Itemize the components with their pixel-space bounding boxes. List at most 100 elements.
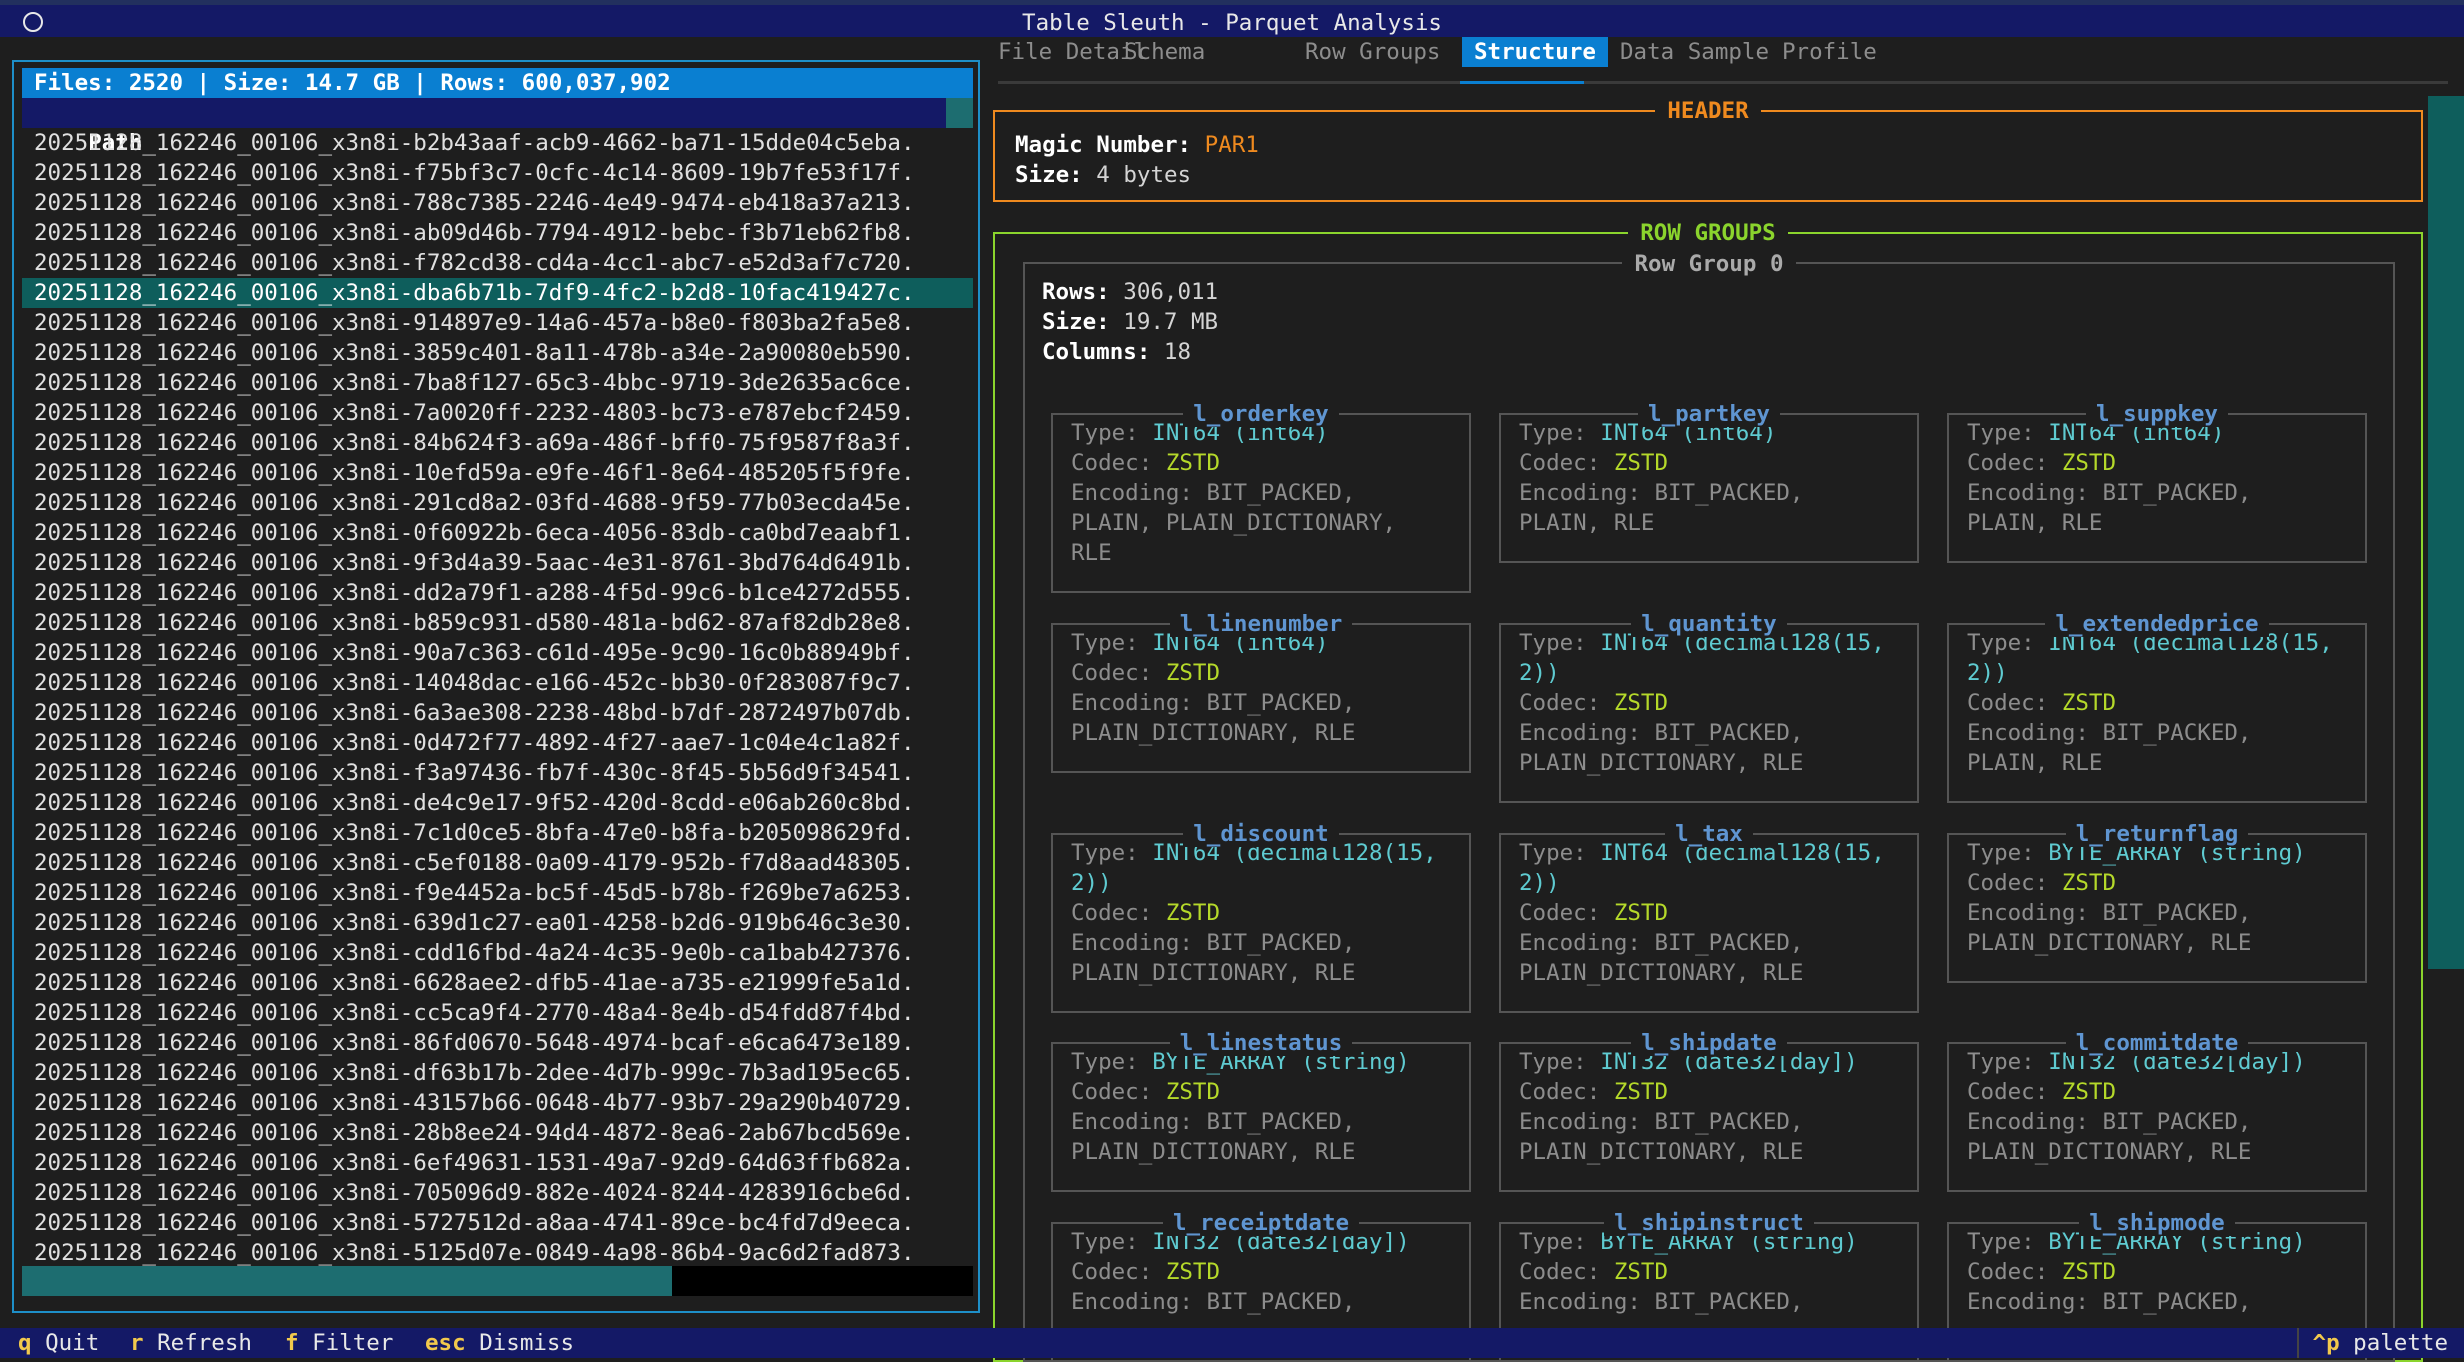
shortcut-quit[interactable]: q Quit — [18, 1328, 99, 1358]
column-name: l_commitdate — [1949, 1028, 2365, 1058]
file-row[interactable]: 20251128_162246_00106_x3n8i-de4c9e17-9f5… — [22, 788, 973, 818]
file-row[interactable]: 20251128_162246_00106_x3n8i-7ba8f127-65c… — [22, 368, 973, 398]
tab-profile[interactable]: Profile — [1770, 37, 1889, 67]
file-row[interactable]: 20251128_162246_00106_x3n8i-0f60922b-6ec… — [22, 518, 973, 548]
file-row[interactable]: 20251128_162246_00106_x3n8i-7a0020ff-223… — [22, 398, 973, 428]
column-card: l_extendedprice Type: INT64 (decimal128(1… — [1947, 611, 2367, 803]
file-row[interactable]: 20251128_162246_00106_x3n8i-df63b17b-2de… — [22, 1058, 973, 1088]
codec-value: ZSTD — [2061, 1259, 2117, 1285]
file-row[interactable]: 20251128_162246_00106_x3n8i-5727512d-a8a… — [22, 1208, 973, 1238]
columns-value: 18 — [1163, 339, 1192, 365]
column-name: l_shipmode — [1949, 1208, 2365, 1238]
tab-row-groups[interactable]: Row Groups — [1293, 37, 1452, 67]
file-row[interactable]: 20251128_162246_00106_x3n8i-86fd0670-564… — [22, 1028, 973, 1058]
shortcut-label: Refresh — [157, 1330, 252, 1356]
file-row[interactable]: 20251128_162246_00106_x3n8i-9f3d4a39-5aa… — [22, 548, 973, 578]
tab-underline — [998, 81, 2448, 84]
column-encoding-line: Encoding: BIT_PACKED, PLAIN, RLE — [1967, 718, 2347, 778]
file-row[interactable]: 20251128_162246_00106_x3n8i-f75bf3c7-0cf… — [22, 158, 973, 188]
column-card: l_suppkey Type: INT64 (int64) Codec: ZSTD E… — [1947, 401, 2367, 563]
file-row[interactable]: 20251128_162246_00106_x3n8i-3859c401-8a1… — [22, 338, 973, 368]
file-row[interactable]: 20251128_162246_00106_x3n8i-f782cd38-cd4… — [22, 248, 973, 278]
file-row[interactable]: 20251128_162246_00106_x3n8i-b2b43aaf-acb… — [22, 128, 973, 158]
column-name: l_tax — [1501, 819, 1917, 849]
file-list: 20251128_162246_00106_x3n8i-b2b43aaf-acb… — [22, 128, 973, 1268]
horizontal-scrollbar-thumb[interactable] — [22, 1266, 672, 1296]
column-name-label: l_orderkey — [1183, 401, 1339, 427]
column-name: l_orderkey — [1053, 399, 1469, 429]
shortcut-refresh[interactable]: r Refresh — [130, 1328, 252, 1358]
column-encoding-line: Encoding: BIT_PACKED, PLAIN_DICTIONARY, … — [1519, 718, 1899, 778]
column-card: l_shipdate Type: INT32 (date32[day]) Codec… — [1499, 1030, 1919, 1192]
structure-scrollbar-thumb[interactable] — [2428, 96, 2464, 969]
file-row[interactable]: 20251128_162246_00106_x3n8i-10efd59a-e9f… — [22, 458, 973, 488]
file-row[interactable]: 20251128_162246_00106_x3n8i-dd2a79f1-a28… — [22, 578, 973, 608]
column-encoding-line: Encoding: BIT_PACKED, PLAIN_DICTIONARY, … — [1071, 688, 1451, 748]
codec-value: ZSTD — [1613, 690, 1669, 716]
file-row[interactable]: 20251128_162246_00106_x3n8i-b859c931-d58… — [22, 608, 973, 638]
codec-value: ZSTD — [1165, 1079, 1221, 1105]
file-row[interactable]: 20251128_162246_00106_x3n8i-914897e9-14a… — [22, 308, 973, 338]
file-row[interactable]: 20251128_162246_00106_x3n8i-90a7c363-c61… — [22, 638, 973, 668]
file-row[interactable]: 20251128_162246_00106_x3n8i-7c1d0ce5-8bf… — [22, 818, 973, 848]
column-name: l_extendedprice — [1949, 609, 2365, 639]
encoding-label: Encoding: — [1519, 1109, 1641, 1135]
column-name: l_returnflag — [1949, 819, 2365, 849]
file-row[interactable]: 20251128_162246_00106_x3n8i-6a3ae308-223… — [22, 698, 973, 728]
file-row[interactable]: 20251128_162246_00106_x3n8i-cc5ca9f4-277… — [22, 998, 973, 1028]
vertical-scrollbar-thumb[interactable] — [946, 98, 973, 128]
title-bar: Table Sleuth - Parquet Analysis — [0, 0, 2464, 37]
file-row[interactable]: 20251128_162246_00106_x3n8i-28b8ee24-94d… — [22, 1118, 973, 1148]
file-row[interactable]: 20251128_162246_00106_x3n8i-14048dac-e16… — [22, 668, 973, 698]
shortcut-filter[interactable]: f Filter — [285, 1328, 393, 1358]
file-row[interactable]: 20251128_162246_00106_x3n8i-6ef49631-153… — [22, 1148, 973, 1178]
column-codec-line: Codec: ZSTD — [1967, 1077, 2347, 1107]
file-row[interactable]: 20251128_162246_00106_x3n8i-43157b66-064… — [22, 1088, 973, 1118]
column-encoding-line: Encoding: BIT_PACKED, PLAIN, PLAIN_DICTI… — [1071, 478, 1451, 568]
column-encoding-line: Encoding: BIT_PACKED, — [1071, 1287, 1451, 1317]
file-row[interactable]: 20251128_162246_00106_x3n8i-ab09d46b-779… — [22, 218, 973, 248]
file-row[interactable]: 20251128_162246_00106_x3n8i-639d1c27-ea0… — [22, 908, 973, 938]
file-row[interactable]: 20251128_162246_00106_x3n8i-0d472f77-489… — [22, 728, 973, 758]
file-row[interactable]: 20251128_162246_00106_x3n8i-f3a97436-fb7… — [22, 758, 973, 788]
row-group-title: Row Group 0 — [1622, 251, 1796, 277]
encoding-label: Encoding: — [1071, 690, 1193, 716]
palette-shortcut[interactable]: ^p palette — [2296, 1328, 2464, 1358]
shortcut-dismiss[interactable]: esc Dismiss — [425, 1328, 574, 1358]
row-groups-title: ROW GROUPS — [1628, 220, 1788, 246]
palette-key: ^p — [2312, 1330, 2340, 1356]
column-codec-line: Codec: ZSTD — [1519, 898, 1899, 928]
tab-structure[interactable]: Structure — [1462, 37, 1608, 67]
file-row[interactable]: 20251128_162246_00106_x3n8i-705096d9-882… — [22, 1178, 973, 1208]
horizontal-scrollbar[interactable] — [22, 1266, 973, 1296]
codec-label: Codec: — [1967, 1079, 2049, 1105]
tab-data-sample[interactable]: Data Sample — [1608, 37, 1781, 67]
file-row[interactable]: 20251128_162246_00106_x3n8i-291cd8a2-03f… — [22, 488, 973, 518]
column-codec-line: Codec: ZSTD — [1071, 658, 1451, 688]
column-codec-line: Codec: ZSTD — [1071, 1077, 1451, 1107]
column-name: l_shipdate — [1501, 1028, 1917, 1058]
encoding-label: Encoding: — [1071, 1109, 1193, 1135]
file-row[interactable]: 20251128_162246_00106_x3n8i-5125d07e-084… — [22, 1238, 973, 1268]
file-row[interactable]: 20251128_162246_00106_x3n8i-c5ef0188-0a0… — [22, 848, 973, 878]
column-card: l_commitdate Type: INT32 (date32[day]) Cod… — [1947, 1030, 2367, 1192]
codec-value: ZSTD — [1165, 450, 1221, 476]
file-row[interactable]: 20251128_162246_00106_x3n8i-6628aee2-dfb… — [22, 968, 973, 998]
tab-schema[interactable]: Schema — [1112, 37, 1217, 67]
file-row[interactable]: 20251128_162246_00106_x3n8i-dba6b71b-7df… — [22, 278, 973, 308]
file-row[interactable]: 20251128_162246_00106_x3n8i-788c7385-224… — [22, 188, 973, 218]
file-row[interactable]: 20251128_162246_00106_x3n8i-f9e4452a-bc5… — [22, 878, 973, 908]
encoding-label: Encoding: — [1519, 720, 1641, 746]
path-column-header[interactable]: Path — [22, 98, 973, 156]
column-codec-line: Codec: ZSTD — [1519, 1257, 1899, 1287]
column-encoding-line: Encoding: BIT_PACKED, PLAIN_DICTIONARY, … — [1071, 928, 1451, 988]
shortcut-key: f — [285, 1330, 299, 1356]
codec-value: ZSTD — [1613, 1079, 1669, 1105]
column-encoding-line: Encoding: BIT_PACKED, PLAIN_DICTIONARY, … — [1967, 1107, 2347, 1167]
column-codec-line: Codec: ZSTD — [1519, 448, 1899, 478]
file-list-panel: Files: 2520 | Size: 14.7 GB | Rows: 600,… — [12, 60, 980, 1313]
column-codec-line: Codec: ZSTD — [1071, 1257, 1451, 1287]
encoding-label: Encoding: — [1071, 1289, 1193, 1315]
file-row[interactable]: 20251128_162246_00106_x3n8i-cdd16fbd-4a2… — [22, 938, 973, 968]
file-row[interactable]: 20251128_162246_00106_x3n8i-84b624f3-a69… — [22, 428, 973, 458]
